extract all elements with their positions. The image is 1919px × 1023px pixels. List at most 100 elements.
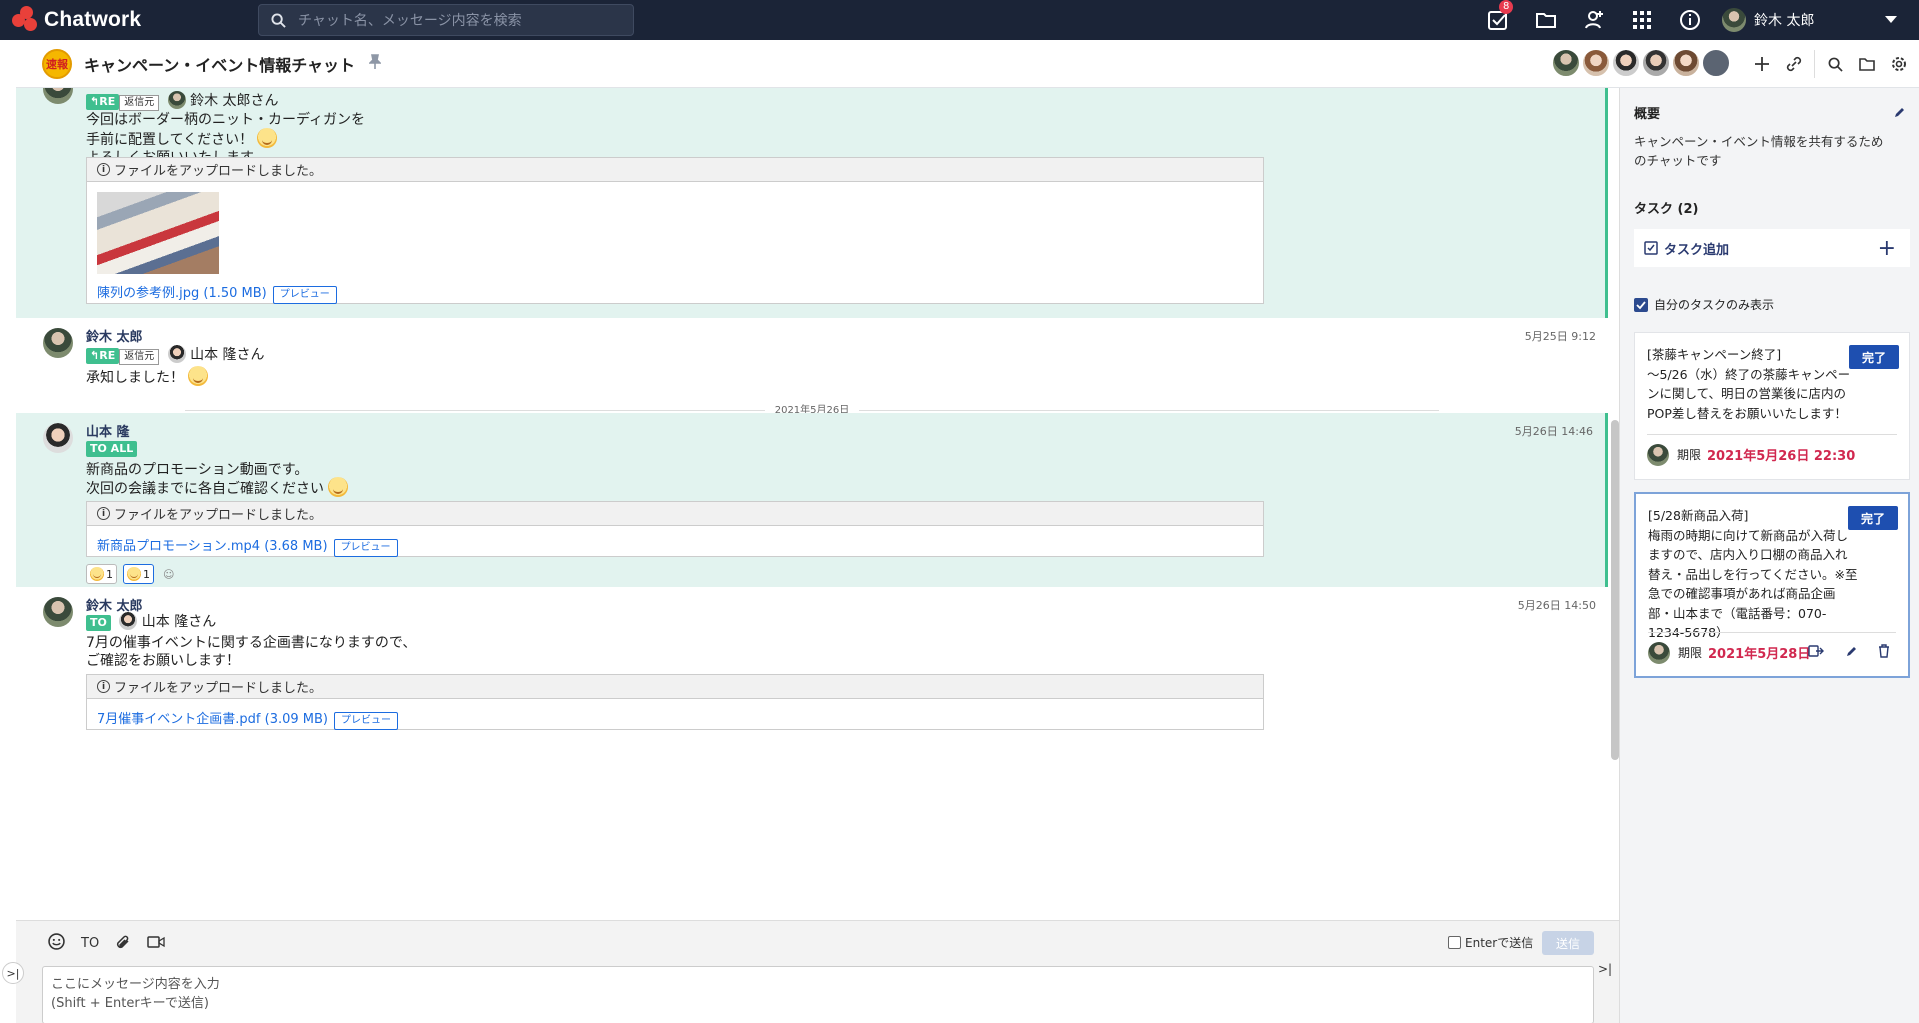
task-item[interactable]: [茶藤キャンペーン終了] ～5/26（水）終了の茶藤キャンペーンに関して、明日の… — [1634, 332, 1910, 480]
message-item[interactable]: ↰RE 返信元 鈴木 太郎さん 今回はボーダー柄のニット・カーディガンを 手前に配… — [16, 88, 1608, 318]
sender-avatar[interactable] — [43, 88, 73, 104]
emoji-picker-icon[interactable] — [48, 933, 65, 954]
user-menu[interactable]: 鈴木 太郎 — [1722, 0, 1919, 40]
member-avatar[interactable] — [1611, 48, 1641, 78]
message-item[interactable]: 鈴木 太郎 5月25日 9:12 ↰RE 返信元 山本 隆さん 承知しました！ — [16, 318, 1608, 398]
message-time: 5月25日 9:12 — [1524, 330, 1596, 343]
edit-task-icon[interactable] — [1846, 645, 1858, 660]
video-call-icon[interactable] — [147, 935, 165, 953]
reaction-sweat[interactable]: 1 — [123, 564, 154, 584]
message-item[interactable]: 山本 隆 5月26日 14:46 TO ALL 新商品のプロモーション動画です。… — [16, 413, 1608, 587]
sender-avatar[interactable] — [43, 423, 73, 453]
emoji-icon — [188, 366, 208, 386]
file-link[interactable]: 新商品プロモーション.mp4 (3.68 MB) — [97, 539, 328, 554]
info-icon: i — [97, 163, 110, 176]
reply-source-tag[interactable]: 返信元 — [119, 349, 160, 365]
jump-to-message-icon[interactable] — [1808, 644, 1824, 661]
room-files-button[interactable] — [1851, 40, 1883, 88]
sender-name[interactable]: 鈴木 太郎 — [86, 326, 143, 345]
contacts-button[interactable] — [1570, 0, 1618, 40]
app-name: Chatwork — [44, 8, 142, 31]
search-input[interactable]: チャット名、メッセージ内容を検索 — [258, 4, 634, 36]
own-tasks-filter[interactable]: 自分のタスクのみ表示 — [1634, 296, 1774, 313]
reaction-users-icon[interactable]: ☺ — [160, 564, 177, 584]
to-all-tag[interactable]: TO ALL — [86, 441, 138, 457]
message-placeholder: ここにメッセージ内容を入力 — [51, 977, 220, 992]
chatwork-logo-icon — [12, 6, 40, 34]
room-icon: 速報 — [42, 48, 72, 79]
message-item[interactable]: 鈴木 太郎 5月26日 14:50 TO 山本 隆さん 7月の催事イベントに関す… — [16, 587, 1608, 757]
sender-name[interactable]: 山本 隆 — [86, 421, 130, 440]
file-link[interactable]: 7月催事イベント企画書.pdf (3.09 MB) — [97, 712, 328, 727]
invite-link-button[interactable] — [1778, 40, 1810, 88]
files-button[interactable] — [1522, 0, 1570, 40]
member-avatar[interactable] — [1671, 48, 1701, 78]
image-thumbnail[interactable] — [97, 192, 219, 274]
file-upload-notice: ファイルをアップロードしました。 — [114, 164, 323, 179]
sender-avatar[interactable] — [43, 597, 73, 627]
add-task-label: タスク追加 — [1664, 242, 1730, 258]
task-text: [茶藤キャンペーン終了] ～5/26（水）終了の茶藤キャンペーンに関して、明日の… — [1647, 347, 1851, 421]
apps-button[interactable] — [1618, 0, 1666, 40]
delete-task-icon[interactable] — [1878, 644, 1890, 661]
message-text: 7月の催事イベントに関する企画書になりますので、 — [86, 635, 417, 651]
task-button[interactable]: 8 — [1474, 0, 1522, 40]
message-timeline[interactable]: ↰RE 返信元 鈴木 太郎さん 今回はボーダー柄のニット・カーディガンを 手前に配… — [16, 88, 1608, 920]
add-task-button[interactable]: タスク追加 + — [1634, 229, 1910, 267]
member-avatar[interactable] — [1551, 48, 1581, 78]
due-date: 2021年5月26日 22:30 — [1707, 449, 1856, 464]
reaction-smile[interactable]: 1 — [86, 564, 117, 584]
compose-area: TO Enterで送信 送信 ここにメッセージ内容を入力 (Shift + En… — [16, 920, 1619, 1023]
timeline-scrollbar[interactable] — [1611, 420, 1619, 760]
file-upload-notice: ファイルをアップロードしました。 — [114, 508, 323, 523]
chat-header: 速報 キャンペーン・イベント情報チャット — [16, 40, 1919, 88]
sender-avatar[interactable] — [43, 328, 73, 358]
folder-icon — [1859, 58, 1875, 71]
member-avatar[interactable] — [1581, 48, 1611, 78]
enter-to-send-option[interactable]: Enterで送信 — [1448, 934, 1533, 951]
attach-file-icon[interactable] — [115, 934, 131, 954]
reply-tag[interactable]: ↰RE — [86, 348, 120, 364]
expand-sidebar-icon[interactable]: >| — [2, 962, 24, 984]
task-text: [5/28新商品入荷] 梅雨の時期に向けて新商品が入荷しますので、店内入り口棚の… — [1648, 508, 1858, 640]
complete-task-button[interactable]: 完了 — [1849, 345, 1899, 369]
emoji-icon — [127, 567, 141, 581]
info-icon — [1680, 10, 1700, 30]
own-tasks-checkbox[interactable] — [1634, 297, 1648, 312]
plus-icon[interactable]: + — [1878, 236, 1896, 261]
preview-button[interactable]: プレビュー — [333, 539, 398, 557]
task-item[interactable]: [5/28新商品入荷] 梅雨の時期に向けて新商品が入荷しますので、店内入り口棚の… — [1634, 492, 1910, 678]
file-attachment: i ファイルをアップロードしました。 陳列の参考例.jpg (1.50 MB) プレ… — [86, 157, 1264, 304]
gear-icon — [1892, 57, 1906, 71]
message-input[interactable]: ここにメッセージ内容を入力 (Shift + Enterキーで送信) — [42, 966, 1594, 1023]
to-tag[interactable]: TO — [86, 615, 111, 631]
send-button[interactable]: 送信 — [1542, 931, 1594, 955]
info-button[interactable] — [1666, 0, 1714, 40]
add-member-button[interactable] — [1746, 40, 1778, 88]
top-bar: Chatwork チャット名、メッセージ内容を検索 8 鈴木 太郎 — [0, 0, 1919, 40]
enter-send-checkbox[interactable] — [1448, 936, 1461, 949]
member-avatars[interactable] — [1551, 48, 1731, 78]
to-avatar — [119, 612, 138, 630]
user-avatar — [1722, 8, 1746, 32]
file-link[interactable]: 陳列の参考例.jpg (1.50 MB) — [97, 286, 267, 301]
folder-icon — [1536, 13, 1556, 28]
room-settings-button[interactable] — [1883, 40, 1915, 88]
collapse-panel-icon[interactable]: >| — [1598, 962, 1612, 976]
pin-icon[interactable] — [368, 53, 382, 74]
message-text: 今回はボーダー柄のニット・カーディガンを — [86, 112, 366, 128]
member-avatar[interactable] — [1641, 48, 1671, 78]
own-tasks-label: 自分のタスクのみ表示 — [1654, 298, 1775, 312]
preview-button[interactable]: プレビュー — [333, 712, 398, 730]
preview-button[interactable]: プレビュー — [272, 286, 337, 304]
edit-overview-icon[interactable] — [1894, 106, 1906, 122]
room-info-panel: 概要 キャンペーン・イベント情報を共有するためのチャットです タスク (2) タ… — [1619, 88, 1919, 1023]
search-room-button[interactable] — [1819, 40, 1851, 88]
reply-tag[interactable]: ↰RE — [86, 94, 120, 110]
search-placeholder: チャット名、メッセージ内容を検索 — [298, 13, 522, 29]
app-logo[interactable]: Chatwork — [12, 6, 258, 34]
member-list-icon[interactable] — [1701, 48, 1731, 78]
to-button[interactable]: TO — [81, 936, 99, 951]
reply-avatar — [167, 345, 186, 363]
complete-task-button[interactable]: 完了 — [1848, 506, 1898, 530]
